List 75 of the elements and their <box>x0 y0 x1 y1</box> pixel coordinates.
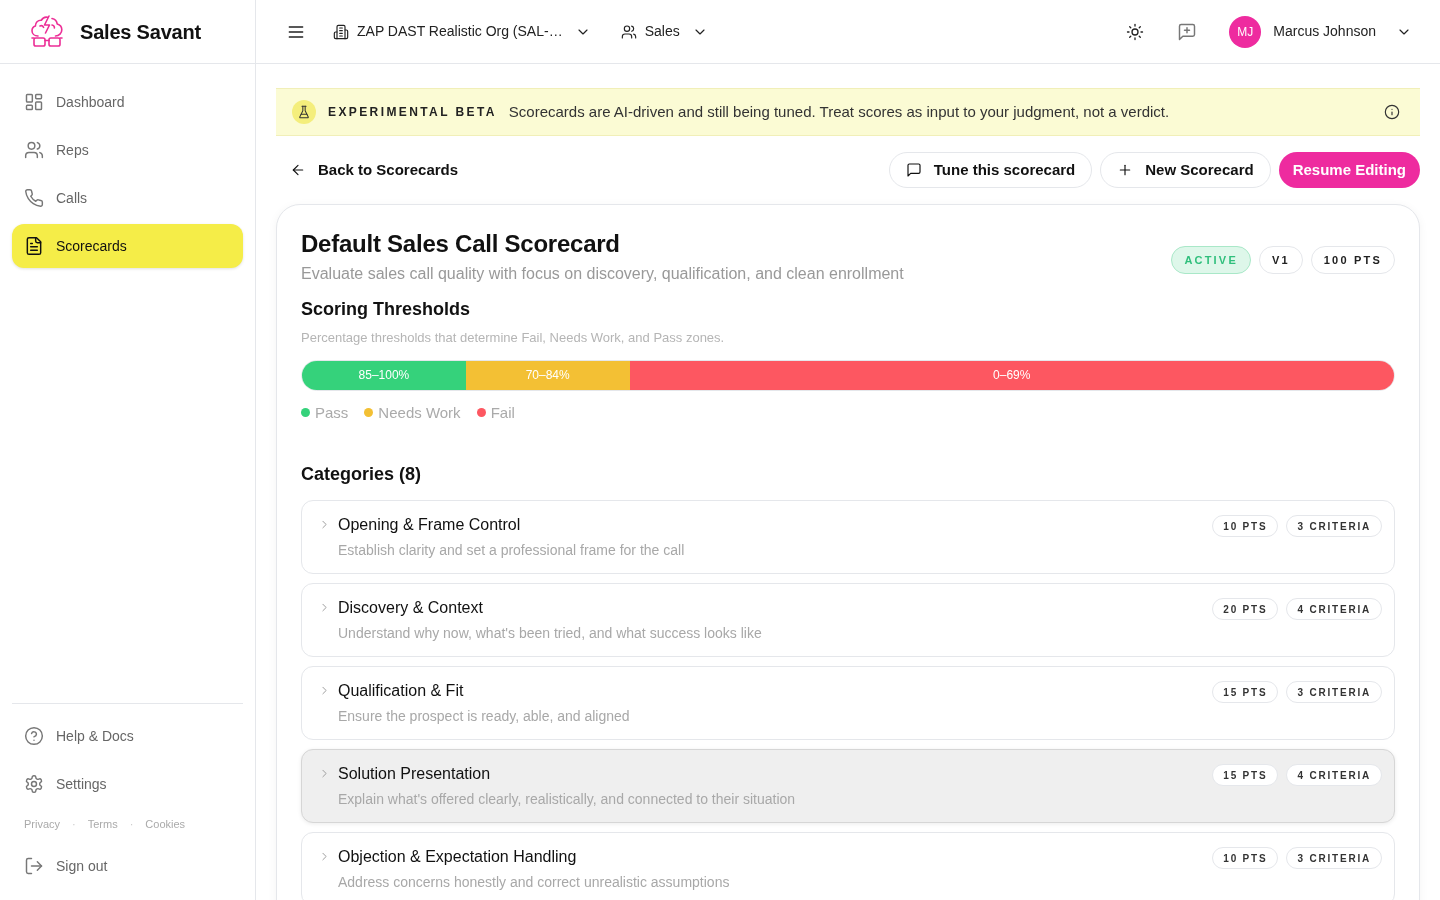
threshold-segment: 0–69% <box>629 360 1394 390</box>
criteria-badge: 3 CRITERIA <box>1286 681 1382 703</box>
legend-label: Needs Work <box>378 402 461 423</box>
category-description: Explain what's offered clearly, realistically, and connected to their situation <box>338 790 796 809</box>
section-title: Categories (8) <box>301 463 423 486</box>
nav-item[interactable]: Settings <box>12 762 243 806</box>
category-title: Objection & Expectation Handling <box>338 847 578 867</box>
scorecard-title: Default Sales Call Scorecard <box>301 229 621 259</box>
category-title: Discovery & Context <box>338 598 484 618</box>
action-button[interactable]: Tune this scorecard <box>888 152 1093 188</box>
nav-item[interactable]: Help & Docs <box>12 714 243 758</box>
action-button[interactable]: New Scorecard <box>1100 152 1271 188</box>
org-selector[interactable]: ZAP DAST Realistic Org (SAL-… <box>333 21 591 42</box>
category-row[interactable]: Discovery & Context Understand why now, what's been tried, and what success looks like 20 PTS 4 CRITERIA <box>301 583 1395 657</box>
points-badge: 10 PTS <box>1212 847 1279 869</box>
criteria-badge: 4 CRITERIA <box>1286 598 1382 620</box>
sun-icon[interactable] <box>1126 22 1145 41</box>
category-row[interactable]: Qualification & Fit Ensure the prospect is ready, able, and aligned 15 PTS 3 CRITERIA <box>301 666 1395 740</box>
footer-separator: · <box>129 816 134 832</box>
category-row[interactable]: Opening & Frame Control Establish clarity and set a professional frame for the call 10 PTS 3 CRITERIA <box>301 500 1395 574</box>
message-plus-icon[interactable] <box>1177 21 1198 42</box>
info-icon[interactable] <box>1384 104 1400 120</box>
info-badge: 100 PTS <box>1310 246 1395 274</box>
nav-item[interactable]: Dashboard <box>12 80 243 124</box>
legend-label: Fail <box>490 402 515 423</box>
points-badge: 15 PTS <box>1212 681 1279 703</box>
nav-item[interactable]: Calls <box>12 176 243 220</box>
category-title: Solution Presentation <box>338 764 492 784</box>
footer-separator: · <box>72 816 76 832</box>
category-row[interactable]: Objection & Expectation Handling Address concerns honestly and correct unrealistic assumptions 10 PTS 3 CRITERIA <box>301 832 1395 900</box>
user-menu[interactable]: MJ Marcus Johnson <box>1229 15 1412 48</box>
document-icon <box>24 236 44 256</box>
points-badge: 10 PTS <box>1212 515 1279 537</box>
threshold-segment: 85–100% <box>302 360 466 390</box>
sign-out-button[interactable]: Sign out <box>12 844 120 888</box>
category-title: Opening & Frame Control <box>338 515 522 535</box>
scorecard-description: Evaluate sales call quality with focus on discovery, qualification, and clean enrollment <box>301 264 904 284</box>
criteria-badge: 3 CRITERIA <box>1286 847 1382 869</box>
arrow-left-icon <box>290 162 306 178</box>
logout-icon <box>24 856 44 876</box>
category-title: Qualification & Fit <box>338 681 465 701</box>
points-badge: 15 PTS <box>1212 764 1279 786</box>
dashboard-grid-icon <box>24 92 44 112</box>
points-badge: 20 PTS <box>1212 598 1279 620</box>
team-selector[interactable]: Sales <box>620 21 708 42</box>
settings-icon <box>24 774 44 794</box>
category-description: Establish clarity and set a professional frame for the call <box>338 541 685 560</box>
flask-icon <box>292 100 316 124</box>
category-description: Ensure the prospect is ready, able, and aligned <box>338 707 630 726</box>
back-link[interactable]: Back to Scorecards <box>290 158 459 182</box>
nav-item[interactable]: Reps <box>12 128 243 172</box>
resume-editing-button[interactable]: Resume Editing <box>1278 152 1420 188</box>
category-description: Address concerns honestly and correct unrealistic assumptions <box>338 873 730 892</box>
users-icon <box>620 23 637 40</box>
criteria-badge: 3 CRITERIA <box>1286 515 1382 537</box>
criteria-badge: 4 CRITERIA <box>1286 764 1382 786</box>
category-row[interactable]: Solution Presentation Explain what's offered clearly, realistically, and connected to their situation 15 PTS 4 CRITERIA <box>301 749 1395 823</box>
section-title: Scoring Thresholds <box>301 298 472 321</box>
info-badge: V1 <box>1258 246 1303 274</box>
message-icon <box>905 162 922 178</box>
beta-tag: EXPERIMENTAL BETA <box>328 103 497 121</box>
users-icon <box>24 140 44 160</box>
threshold-segment: 70–84% <box>465 360 630 390</box>
phone-icon <box>24 188 44 208</box>
banner-message: Scorecards are AI-driven and still being tuned. Treat scores as input to your judgment, not a verdict. <box>508 101 1170 122</box>
app-name: Sales Savant <box>80 19 201 45</box>
building-icon <box>333 23 349 40</box>
section-description: Percentage thresholds that determine Fail, Needs Work, and Pass zones. <box>301 329 726 347</box>
category-description: Understand why now, what's been tried, and what success looks like <box>338 624 762 643</box>
user-avatar: MJ <box>1229 15 1262 48</box>
help-icon <box>24 726 44 746</box>
brain-glasses-logo-icon <box>30 13 64 50</box>
status-badge: ACTIVE <box>1171 246 1251 274</box>
nav-item[interactable]: Scorecards <box>12 224 243 268</box>
legend-label: Pass <box>315 402 349 423</box>
